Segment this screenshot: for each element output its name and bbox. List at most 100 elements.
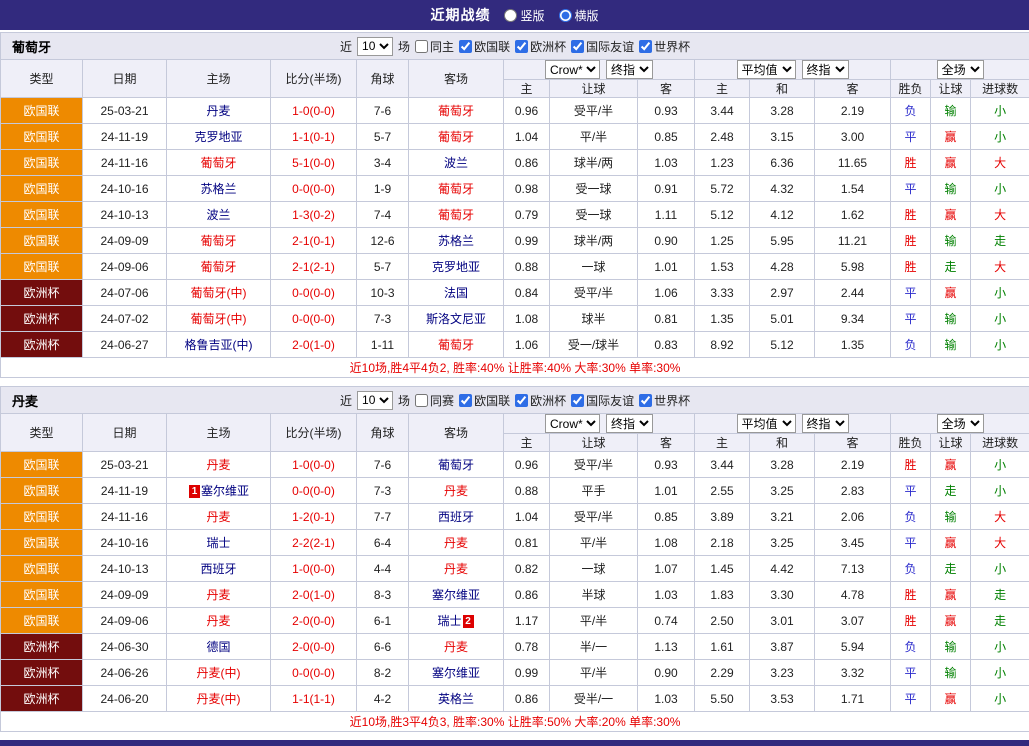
same-filter[interactable]: 同主	[415, 38, 454, 55]
team-name[interactable]: 法国	[444, 286, 468, 300]
match-count-select[interactable]: 10	[357, 391, 393, 410]
horizontal-radio[interactable]	[559, 9, 572, 22]
team-name[interactable]: 德国	[206, 640, 230, 654]
same-checkbox[interactable]	[415, 394, 428, 407]
comp-filter-friendly[interactable]: 国际友谊	[571, 392, 634, 409]
same-checkbox[interactable]	[415, 40, 428, 53]
team-name[interactable]: 西班牙	[200, 562, 236, 576]
score[interactable]: 0-0(0-0)	[271, 660, 357, 686]
team-name[interactable]: 苏格兰	[200, 182, 236, 196]
team-name[interactable]: 丹麦	[206, 614, 230, 628]
team-name[interactable]: 丹麦(中)	[197, 692, 241, 706]
team-name[interactable]: 丹麦	[444, 562, 468, 576]
same-filter[interactable]: 同赛	[415, 392, 454, 409]
match-count-select[interactable]: 10	[357, 37, 393, 56]
team-name[interactable]: 丹麦	[444, 536, 468, 550]
score[interactable]: 1-1(1-1)	[271, 686, 357, 712]
full-match-select[interactable]: 全场	[937, 60, 984, 79]
score[interactable]: 1-3(0-2)	[271, 202, 357, 228]
comp-filter-worldcup[interactable]: 世界杯	[639, 392, 690, 409]
final-index-select[interactable]: 终指	[606, 60, 653, 79]
team-name[interactable]: 葡萄牙	[438, 458, 474, 472]
team-name[interactable]: 葡萄牙(中)	[191, 312, 247, 326]
vertical-radio[interactable]	[504, 9, 517, 22]
team-name[interactable]: 丹麦	[206, 458, 230, 472]
score[interactable]: 1-1(0-1)	[271, 124, 357, 150]
team-name[interactable]: 丹麦(中)	[197, 666, 241, 680]
team-name[interactable]: 丹麦	[206, 588, 230, 602]
comp-filter-worldcup[interactable]: 世界杯	[639, 38, 690, 55]
team-name[interactable]: 波兰	[444, 156, 468, 170]
comp-filter-euro[interactable]: 欧洲杯	[515, 392, 566, 409]
team-name[interactable]: 塞尔维亚	[432, 588, 480, 602]
result-handicap: 输	[931, 332, 971, 358]
euro-checkbox[interactable]	[515, 394, 528, 407]
score[interactable]: 2-1(2-1)	[271, 254, 357, 280]
team-name[interactable]: 斯洛文尼亚	[426, 312, 486, 326]
score[interactable]: 0-0(0-0)	[271, 478, 357, 504]
comp-filter-nations[interactable]: 欧国联	[459, 38, 510, 55]
friendly-checkbox[interactable]	[571, 40, 584, 53]
score[interactable]: 0-0(0-0)	[271, 176, 357, 202]
worldcup-checkbox[interactable]	[639, 394, 652, 407]
team-name[interactable]: 格鲁吉亚(中)	[185, 338, 253, 352]
league-badge: 欧洲杯	[1, 332, 83, 358]
comp-filter-nations[interactable]: 欧国联	[459, 392, 510, 409]
score[interactable]: 0-0(0-0)	[271, 280, 357, 306]
bookmaker-select[interactable]: Crow*	[545, 414, 600, 433]
score[interactable]: 2-0(1-0)	[271, 582, 357, 608]
team-name[interactable]: 苏格兰	[438, 234, 474, 248]
team-name[interactable]: 葡萄牙	[200, 234, 236, 248]
team-name[interactable]: 波兰	[206, 208, 230, 222]
team-name[interactable]: 葡萄牙	[200, 260, 236, 274]
bookmaker-select[interactable]: Crow*	[545, 60, 600, 79]
team-name[interactable]: 塞尔维亚	[432, 666, 480, 680]
comp-filter-euro[interactable]: 欧洲杯	[515, 38, 566, 55]
full-match-select[interactable]: 全场	[937, 414, 984, 433]
worldcup-checkbox[interactable]	[639, 40, 652, 53]
team-name[interactable]: 丹麦	[444, 484, 468, 498]
average-select[interactable]: 平均值	[737, 60, 796, 79]
nations-league-checkbox[interactable]	[459, 40, 472, 53]
avg-final-index-select[interactable]: 终指	[802, 414, 849, 433]
team-name[interactable]: 葡萄牙(中)	[191, 286, 247, 300]
score[interactable]: 1-0(0-0)	[271, 98, 357, 124]
final-index-select[interactable]: 终指	[606, 414, 653, 433]
team-name[interactable]: 丹麦	[444, 640, 468, 654]
team-name[interactable]: 葡萄牙	[438, 182, 474, 196]
away-team-cell: 丹麦	[409, 530, 504, 556]
average-select[interactable]: 平均值	[737, 414, 796, 433]
team-name[interactable]: 葡萄牙	[200, 156, 236, 170]
team-name[interactable]: 丹麦	[206, 510, 230, 524]
team-name[interactable]: 克罗地亚	[432, 260, 480, 274]
team-name[interactable]: 塞尔维亚	[201, 484, 249, 498]
nations-league-checkbox[interactable]	[459, 394, 472, 407]
score[interactable]: 2-0(0-0)	[271, 608, 357, 634]
friendly-checkbox[interactable]	[571, 394, 584, 407]
team-name[interactable]: 葡萄牙	[438, 130, 474, 144]
team-name[interactable]: 克罗地亚	[194, 130, 242, 144]
col-away: 客场	[409, 60, 504, 98]
layout-radio-vertical[interactable]: 竖版	[504, 7, 544, 24]
team-name[interactable]: 西班牙	[438, 510, 474, 524]
score[interactable]: 5-1(0-0)	[271, 150, 357, 176]
team-name[interactable]: 葡萄牙	[438, 208, 474, 222]
score[interactable]: 1-2(0-1)	[271, 504, 357, 530]
avg-final-index-select[interactable]: 终指	[802, 60, 849, 79]
team-name[interactable]: 瑞士	[206, 536, 230, 550]
score[interactable]: 2-1(0-1)	[271, 228, 357, 254]
score[interactable]: 1-0(0-0)	[271, 556, 357, 582]
layout-radio-horizontal[interactable]: 横版	[559, 7, 599, 24]
score[interactable]: 0-0(0-0)	[271, 306, 357, 332]
score[interactable]: 2-0(1-0)	[271, 332, 357, 358]
team-name[interactable]: 葡萄牙	[438, 104, 474, 118]
euro-checkbox[interactable]	[515, 40, 528, 53]
comp-filter-friendly[interactable]: 国际友谊	[571, 38, 634, 55]
score[interactable]: 2-2(2-1)	[271, 530, 357, 556]
team-name[interactable]: 葡萄牙	[438, 338, 474, 352]
team-name[interactable]: 英格兰	[438, 692, 474, 706]
team-name[interactable]: 丹麦	[206, 104, 230, 118]
score[interactable]: 1-0(0-0)	[271, 452, 357, 478]
team-name[interactable]: 瑞士	[437, 614, 461, 628]
score[interactable]: 2-0(0-0)	[271, 634, 357, 660]
